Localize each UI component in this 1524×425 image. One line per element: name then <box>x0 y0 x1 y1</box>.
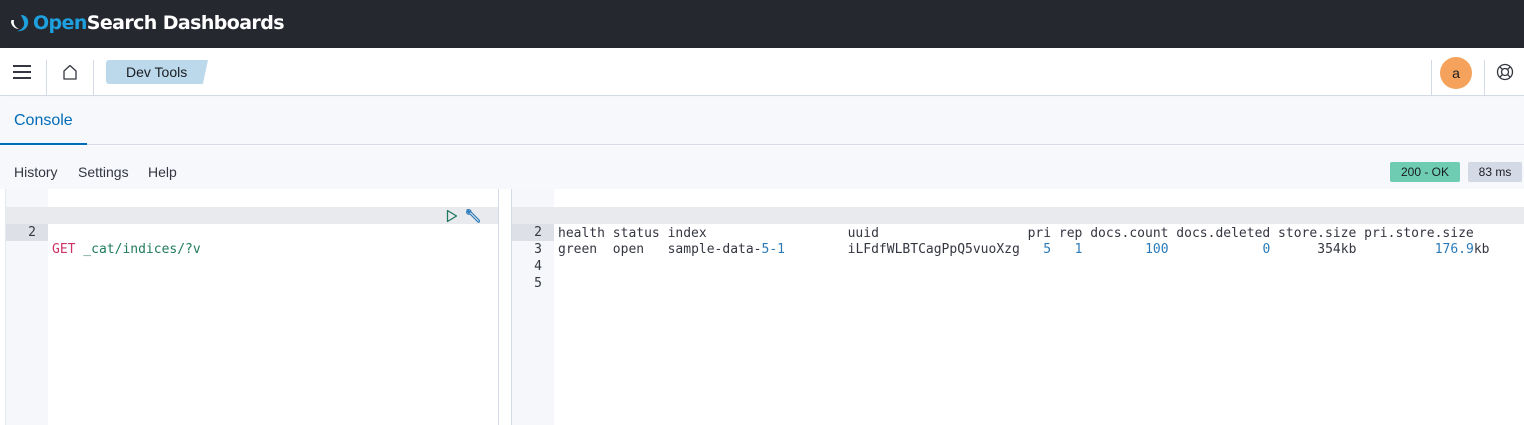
response-line: 1 health status index uuid pri rep docs.… <box>512 191 1524 241</box>
home-icon <box>63 64 77 80</box>
help-lifebuoy-icon <box>1496 63 1514 81</box>
console-menu: History Settings Help 200 - OK 83 ms <box>0 146 1524 189</box>
editor-line[interactable]: 1 <box>6 191 498 224</box>
header-bar: Dev Tools a <box>0 48 1524 96</box>
separator <box>1484 60 1485 96</box>
editor-resize-handle[interactable] <box>498 189 512 425</box>
separator <box>93 60 94 96</box>
help-link[interactable]: Help <box>148 164 177 180</box>
top-bar: OpenSearch Dashboards <box>0 0 1524 48</box>
response-status-badge: 200 - OK <box>1390 162 1460 182</box>
response-line: 5 <box>512 258 1524 291</box>
app-title: OpenSearch Dashboards <box>33 12 285 34</box>
separator <box>1431 60 1432 96</box>
opensearch-logo-icon <box>11 15 29 32</box>
separator <box>46 60 47 96</box>
editor-line-active[interactable]: 2 GET _cat/indices/?v <box>6 207 498 257</box>
request-editor[interactable]: 1 2 GET _cat/indices/?v <box>6 189 498 425</box>
help-button[interactable] <box>1486 48 1524 96</box>
request-method: GET <box>52 242 76 257</box>
history-link[interactable]: History <box>14 164 58 180</box>
settings-link[interactable]: Settings <box>78 164 129 180</box>
menu-icon <box>13 65 31 79</box>
line-number: 5 <box>534 276 542 291</box>
response-time-badge: 83 ms <box>1468 162 1522 182</box>
home-button[interactable] <box>48 48 92 96</box>
tab-bar: Console <box>0 97 1524 145</box>
line-number: 2 <box>6 224 48 241</box>
breadcrumb-dev-tools[interactable]: Dev Tools <box>106 60 208 84</box>
tab-console[interactable]: Console <box>0 97 87 145</box>
menu-button[interactable] <box>0 48 44 96</box>
response-line: 4 <box>512 241 1524 274</box>
request-actions <box>446 207 482 224</box>
request-path: _cat/indices/?v <box>75 242 201 257</box>
response-editor: 1 health status index uuid pri rep docs.… <box>512 189 1524 425</box>
response-line: 3 <box>512 224 1524 257</box>
wrench-icon[interactable] <box>464 208 482 224</box>
run-request-icon[interactable] <box>446 209 458 223</box>
response-line-active: 2 green open sample-data-5-1 iLFdfWLBTCa… <box>512 207 1524 257</box>
opensearch-logo[interactable]: OpenSearch Dashboards <box>8 8 285 38</box>
user-avatar[interactable]: a <box>1440 57 1472 89</box>
